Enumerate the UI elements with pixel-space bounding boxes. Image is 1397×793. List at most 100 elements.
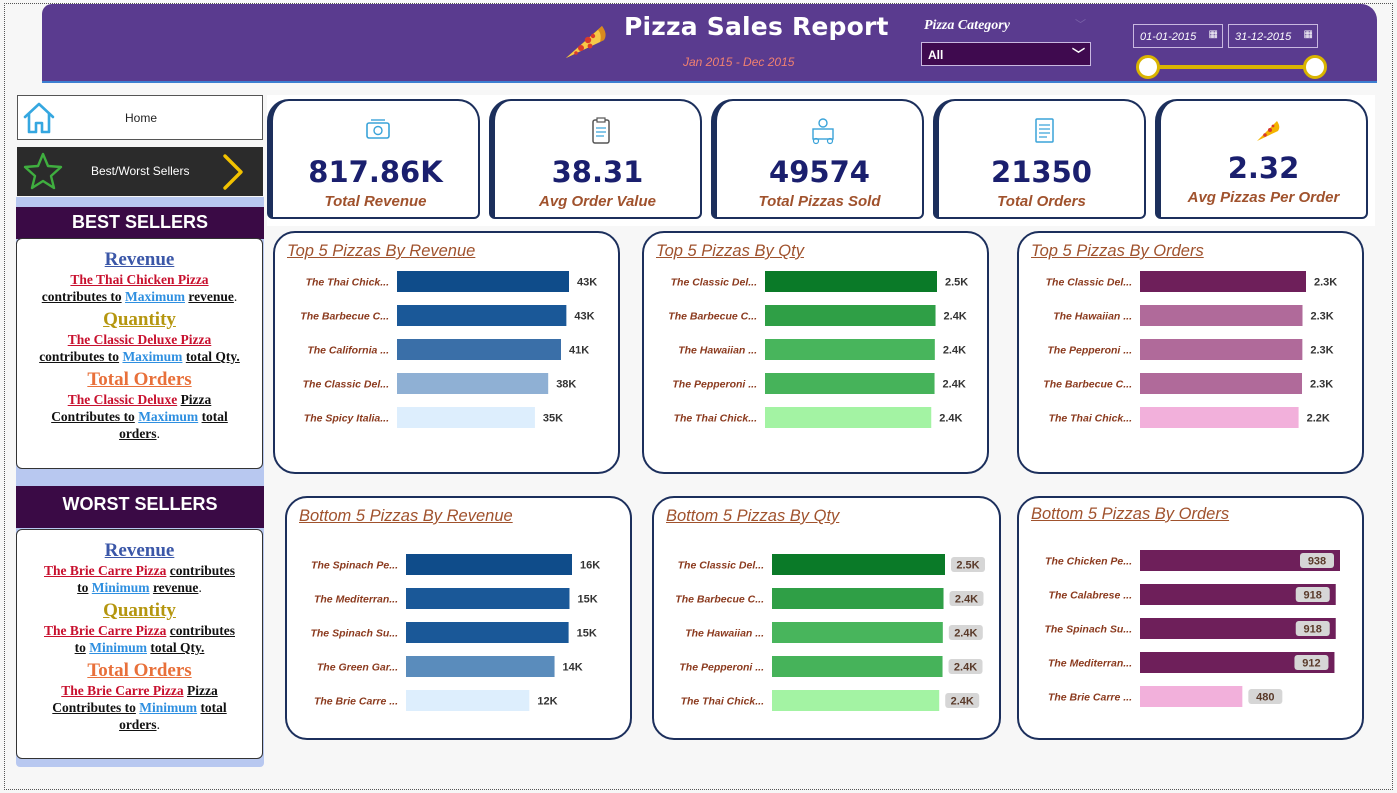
date-slider-track[interactable] [1148, 65, 1315, 69]
data-label: 918 [1304, 624, 1322, 636]
bar-category-label: The Classic Del... [303, 379, 389, 391]
home-icon [23, 102, 55, 134]
best-quantity-text-2: total Qty. [185, 349, 240, 364]
money-icon [366, 119, 390, 139]
bar [765, 373, 935, 394]
end-date-input[interactable]: 31-12-2015 ▦ [1228, 24, 1318, 48]
home-button[interactable]: Home [17, 95, 263, 140]
chart-card-top-revenue: Top 5 Pizzas By Revenue The Thai Chick..… [273, 231, 620, 474]
data-label: 2.2K [1307, 413, 1330, 425]
best-revenue-heading: Revenue [104, 249, 175, 270]
bar-category-label: The Barbecue C... [300, 311, 389, 323]
chart-card-top-qty: Top 5 Pizzas By Qty The Classic Del... 2.… [642, 231, 989, 474]
data-label: 2.3K [1311, 311, 1334, 323]
chart-card-bottom-revenue: Bottom 5 Pizzas By Revenue The Spinach P… [285, 496, 632, 740]
date-slider-start-handle[interactable] [1136, 55, 1160, 79]
bar [772, 622, 943, 643]
calendar-icon[interactable]: ▦ [1209, 29, 1218, 40]
worst-orders-text-2: total [200, 700, 227, 715]
data-label: 938 [1308, 556, 1326, 568]
data-label: 918 [1304, 590, 1322, 602]
bar-category-label: The Spinach Su... [310, 628, 398, 640]
category-select-value: All [928, 48, 944, 62]
worst-orders-pizza: The Brie Carre Pizza [61, 683, 184, 698]
date-range-subtitle: Jan 2015 - Dec 2015 [683, 55, 795, 69]
bar-category-label: The Brie Carre ... [314, 696, 398, 708]
chevron-right-icon [223, 154, 243, 190]
bar [1140, 271, 1306, 292]
bar-category-label: The Barbecue C... [675, 594, 764, 606]
category-select[interactable]: All ﹀ [921, 42, 1091, 66]
best-worst-sellers-button[interactable]: Best/Worst Sellers [17, 147, 263, 196]
chart-svg: The Classic Del... 2.3K The Hawaiian ... 2.… [1043, 271, 1337, 428]
data-label: 912 [1302, 658, 1320, 670]
kpi-value: 21350 [991, 155, 1092, 189]
data-label: 2.3K [1314, 277, 1337, 289]
best-orders-max: Maximum [138, 409, 199, 424]
bar [397, 339, 561, 360]
calendar-icon[interactable]: ▦ [1304, 29, 1313, 40]
data-label: 2.4K [954, 662, 977, 674]
date-slider-end-handle[interactable] [1303, 55, 1327, 79]
worst-sellers-heading: WORST SELLERS [16, 486, 264, 528]
worst-sellers-card: Revenue The Brie Carre Pizza contributes… [16, 529, 263, 759]
bar-category-label: The Hawaiian ... [1053, 311, 1132, 323]
best-orders-pizza-word: Pizza [180, 392, 212, 407]
kpi-strip: 817.86K Total Revenue 38.31 Avg Order Va… [267, 95, 1375, 226]
bar [1140, 305, 1303, 326]
chart-svg: The Classic Del... 2.5K The Barbecue C... 2… [668, 271, 968, 428]
home-label: Home [125, 111, 158, 125]
bar [406, 554, 572, 575]
bar-category-label: The Thai Chick... [1049, 413, 1133, 425]
data-label: 2.4K [954, 628, 977, 640]
bar-category-label: The Chicken Pe... [1045, 556, 1132, 568]
chart-svg: The Spinach Pe... 16K The Mediterran... 15K… [310, 554, 600, 711]
bar-category-label: The Brie Carre ... [1048, 692, 1132, 704]
delivery-icon [812, 118, 834, 145]
bar [765, 407, 932, 428]
chart-card-bottom-orders: Bottom 5 Pizzas By Orders The Chicken Pe… [1017, 496, 1364, 740]
chevron-down-icon[interactable]: ﹀ [1075, 16, 1086, 32]
start-date-input[interactable]: 01-01-2015 ▦ [1133, 24, 1223, 48]
kpi-card-total-pizzas-sold: 49574 Total Pizzas Sold [711, 99, 924, 219]
data-label: 43K [577, 277, 597, 289]
bar-category-label: The Pepperoni ... [1047, 345, 1132, 357]
worst-quantity-pizza: The Brie Carre Pizza [44, 623, 167, 638]
report-header: Pizza Sales Report Jan 2015 - Dec 2015 P… [42, 4, 1377, 83]
bar [406, 690, 530, 711]
worst-sellers-panel: WORST SELLERS Revenue The Brie Carre Piz… [16, 472, 264, 767]
worst-revenue-to: to [77, 580, 89, 595]
bar-category-label: The Hawaiian ... [678, 345, 757, 357]
category-filter-label: Pizza Category [924, 18, 1010, 33]
chart-svg: The Thai Chick... 43K The Barbecue C... 43K… [300, 271, 597, 428]
kpi-label: Avg Pizzas Per Order [1187, 189, 1340, 206]
data-label: 2.4K [943, 345, 966, 357]
bar-category-label: The Thai Chick... [674, 413, 758, 425]
kpi-card-avg-order-value: 38.31 Avg Order Value [489, 99, 702, 219]
worst-quantity-min: Minimum [89, 640, 147, 655]
data-label: 2.4K [955, 594, 978, 606]
bar [1140, 373, 1303, 394]
worst-orders-heading: Total Orders [87, 660, 192, 681]
worst-revenue-heading: Revenue [104, 540, 175, 561]
kpi-card-total-revenue: 817.86K Total Revenue [267, 99, 480, 219]
best-orders-heading: Total Orders [87, 369, 192, 390]
bar-category-label: The Mediterran... [1048, 658, 1132, 670]
bar [772, 690, 940, 711]
worst-revenue-text: contributes [169, 563, 235, 578]
best-quantity-heading: Quantity [103, 309, 176, 330]
bar-category-label: The Mediterran... [314, 594, 398, 606]
kpi-value: 49574 [769, 155, 870, 189]
best-revenue-pizza: The Thai Chicken Pizza [70, 272, 209, 287]
worst-orders-min: Minimum [139, 700, 198, 715]
best-orders-text-3: orders [119, 426, 157, 441]
pizza-slice-icon [1257, 121, 1280, 141]
page-title: Pizza Sales Report [624, 12, 889, 41]
data-label: 12K [537, 696, 557, 708]
worst-orders-text: Contributes to [52, 700, 136, 715]
data-label: 2.4K [943, 379, 966, 391]
data-label: 480 [1256, 692, 1274, 704]
data-label: 2.5K [956, 560, 979, 572]
bar [1140, 339, 1303, 360]
data-label: 14K [563, 662, 583, 674]
